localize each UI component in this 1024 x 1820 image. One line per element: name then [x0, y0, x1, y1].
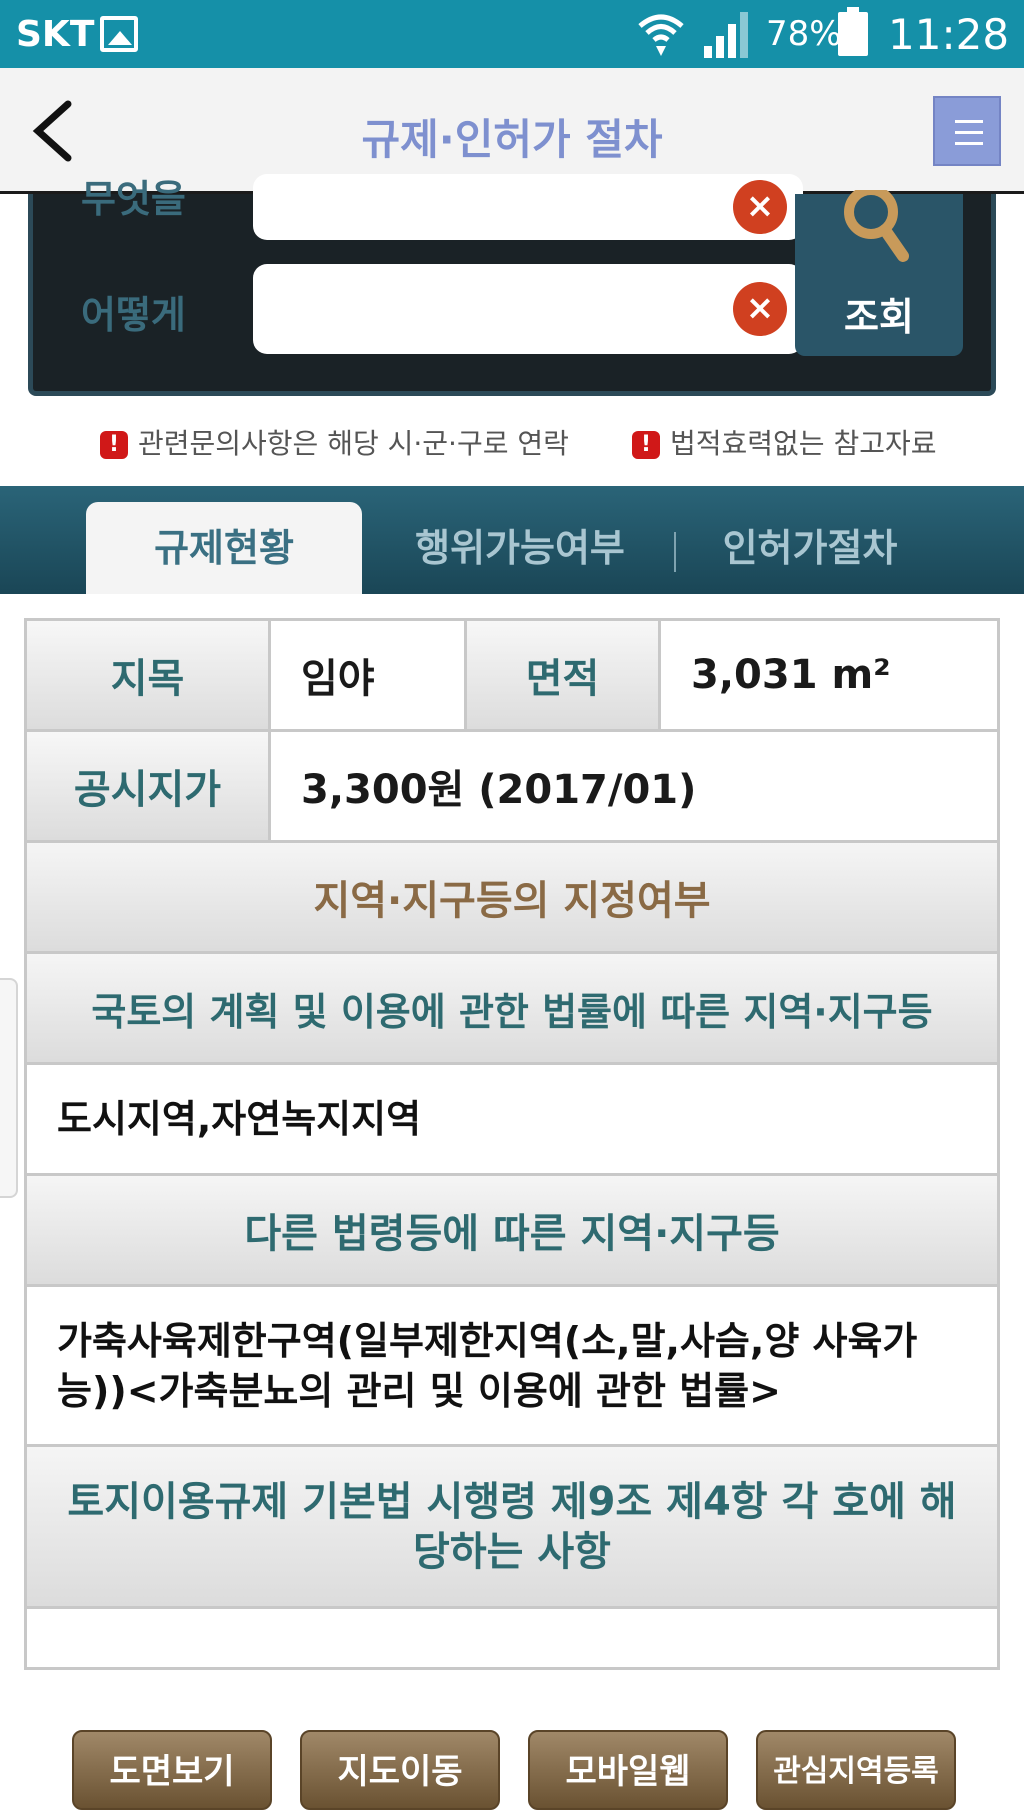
notice-bar: ! 관련문의사항은 해당 시·군·구로 연락 ! 법적효력없는 참고자료	[0, 422, 1024, 466]
table-row: 공시지가 3,300원 (2017/01)	[27, 732, 997, 843]
table-row	[27, 1609, 997, 1667]
enforcement-header: 토지이용규제 기본법 시행령 제9조 제4항 각 호에 해당하는 사항	[27, 1447, 997, 1606]
area-value: 3,031 m²	[661, 621, 997, 729]
alert-icon: !	[632, 431, 660, 459]
clock: 11:28	[888, 10, 1010, 59]
page-title: 규제·인허가 절차	[361, 115, 663, 164]
enforcement-value	[27, 1609, 997, 1667]
mobile-web-button[interactable]: 모바일웹	[528, 1730, 728, 1810]
search-button-label: 조회	[844, 295, 914, 339]
tab-action-possibility[interactable]: 행위가능여부	[400, 502, 640, 594]
national-law-header: 국토의 계획 및 이용에 관한 법률에 따른 지역·지구등	[27, 954, 997, 1062]
register-interest-area-button[interactable]: 관심지역등록	[756, 1730, 956, 1810]
search-button[interactable]: 조회	[795, 190, 963, 356]
notice-contact: ! 관련문의사항은 해당 시·군·구로 연락	[100, 422, 569, 462]
other-law-header: 다른 법령등에 따른 지역·지구등	[27, 1176, 997, 1284]
price-value: 3,300원 (2017/01)	[271, 732, 997, 840]
bottom-button-bar: 도면보기 지도이동 모바일웹 관심지역등록	[0, 1730, 1024, 1820]
signal-icon	[704, 12, 748, 58]
view-drawing-button[interactable]: 도면보기	[72, 1730, 272, 1810]
search-panel: 무엇을 × 어떻게 × 조회	[28, 174, 996, 396]
what-label: 무엇을	[81, 177, 186, 221]
table-row: 다른 법령등에 따른 지역·지구등	[27, 1176, 997, 1287]
alert-icon: !	[100, 431, 128, 459]
land-info-table: 지목 임야 면적 3,031 m² 공시지가 3,300원 (2017/01) …	[24, 618, 1000, 1670]
tab-divider	[674, 532, 676, 572]
battery-percent: 78%	[766, 14, 842, 54]
wifi-icon	[638, 14, 684, 56]
menu-button[interactable]	[933, 96, 1001, 166]
tab-bar: 규제현황 행위가능여부 인허가절차	[0, 486, 1024, 594]
national-law-value: 도시지역,자연녹지지역	[57, 1097, 422, 1141]
tab-regulation-status[interactable]: 규제현황	[86, 502, 362, 594]
battery-icon	[838, 7, 868, 56]
tab-permit-procedure[interactable]: 인허가절차	[700, 502, 920, 594]
clear-how-button[interactable]: ×	[733, 282, 787, 336]
what-input[interactable]	[253, 174, 803, 240]
table-row: 지역·지구등의 지정여부	[27, 843, 997, 954]
table-row: 국토의 계획 및 이용에 관한 법률에 따른 지역·지구등	[27, 954, 997, 1065]
price-label: 공시지가	[27, 732, 271, 840]
other-law-value: 가축사육제한구역(일부제한지역(소,말,사슴,양 사육가능))<가축분뇨의 관리…	[57, 1318, 918, 1413]
table-row: 도시지역,자연녹지지역	[27, 1065, 997, 1176]
designation-header: 지역·지구등의 지정여부	[27, 843, 997, 951]
how-label: 어떻게	[81, 293, 186, 337]
clear-what-button[interactable]: ×	[733, 180, 787, 234]
how-input[interactable]	[253, 264, 803, 354]
notice-reference: ! 법적효력없는 참고자료	[632, 422, 937, 462]
move-map-button[interactable]: 지도이동	[300, 1730, 500, 1810]
table-row: 지목 임야 면적 3,031 m²	[27, 621, 997, 732]
gallery-notification-icon	[100, 16, 138, 52]
category-value: 임야	[271, 621, 467, 729]
carrier-name: SKT	[16, 14, 95, 55]
side-drawer-handle[interactable]	[0, 978, 18, 1198]
area-label: 면적	[467, 621, 661, 729]
status-bar: SKT 78% 11:28	[0, 0, 1024, 68]
back-arrow-icon[interactable]	[22, 96, 92, 166]
table-row: 토지이용규제 기본법 시행령 제9조 제4항 각 호에 해당하는 사항	[27, 1447, 997, 1609]
table-row: 가축사육제한구역(일부제한지역(소,말,사슴,양 사육가능))<가축분뇨의 관리…	[27, 1287, 997, 1447]
menu-icon	[955, 120, 983, 123]
category-label: 지목	[27, 621, 271, 729]
search-icon	[844, 190, 909, 262]
